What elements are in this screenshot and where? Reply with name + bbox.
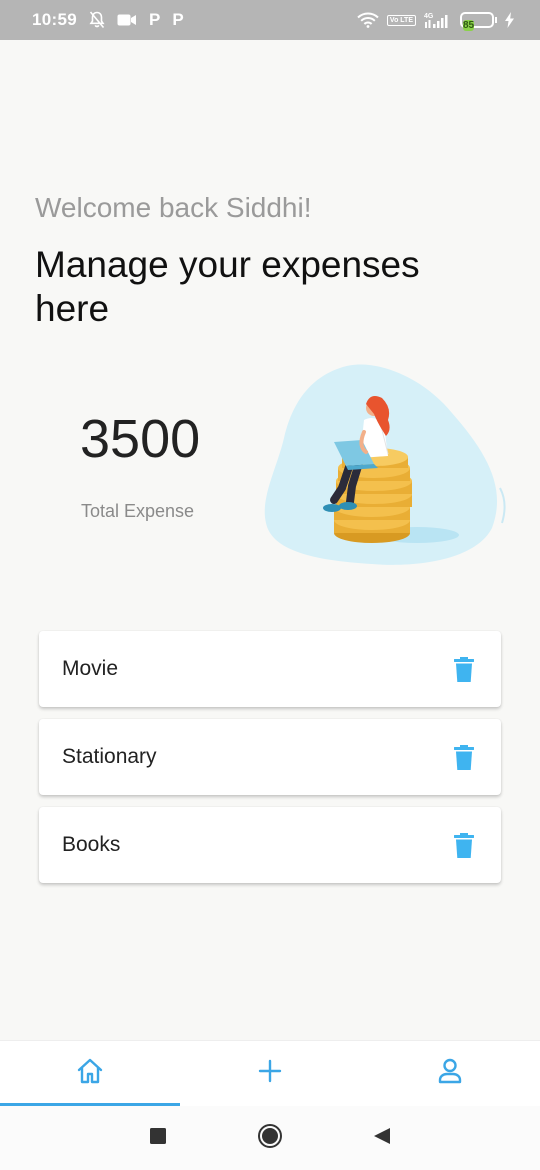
signal-icon: 4G <box>424 11 452 29</box>
delete-icon[interactable] <box>453 655 475 683</box>
total-expense-label: Total Expense <box>81 501 195 521</box>
expense-name: Movie <box>62 657 119 680</box>
nav-profile[interactable] <box>360 1041 540 1106</box>
square-icon <box>150 1127 166 1149</box>
system-nav-bar <box>0 1106 540 1170</box>
home-icon <box>76 1058 104 1089</box>
back-button[interactable] <box>326 1127 438 1150</box>
welcome-text: Welcome back Siddhi! <box>35 192 312 223</box>
home-button[interactable] <box>214 1123 326 1154</box>
network-type-label: 4G <box>424 13 434 20</box>
status-time: 10:59 <box>32 10 77 29</box>
circle-icon <box>257 1123 283 1154</box>
bell-off-icon <box>89 11 105 29</box>
volte-badge: Vo LTE <box>386 14 416 26</box>
back-triangle-icon <box>373 1127 391 1150</box>
woman-on-coins-illustration <box>262 358 512 573</box>
status-bar: 10:59 P P Vo LTE 4G 85 <box>0 0 540 40</box>
charging-icon <box>505 12 514 28</box>
nav-home[interactable] <box>0 1041 180 1106</box>
p-icon: P <box>148 10 161 29</box>
total-expense-value: 3500 <box>80 409 201 469</box>
delete-icon[interactable] <box>453 743 475 771</box>
status-bar-right: Vo LTE 4G 85 <box>357 11 514 31</box>
wifi-icon <box>357 12 379 28</box>
status-bar-left: 10:59 P P <box>32 10 184 30</box>
p-icon: P <box>172 10 184 29</box>
plus-icon <box>258 1059 282 1088</box>
expense-card[interactable]: Stationary <box>39 719 501 795</box>
bottom-nav <box>0 1040 540 1106</box>
battery-indicator: 85 <box>460 12 497 31</box>
delete-icon[interactable] <box>453 831 475 859</box>
expense-card[interactable]: Movie <box>39 631 501 707</box>
page-title: Manage your expenses here <box>35 244 420 329</box>
video-icon <box>117 13 137 27</box>
person-icon <box>438 1058 462 1089</box>
expense-card[interactable]: Books <box>39 807 501 883</box>
battery-level: 85 <box>463 20 475 31</box>
nav-add[interactable] <box>180 1041 360 1106</box>
recents-button[interactable] <box>102 1127 214 1149</box>
expense-name: Stationary <box>62 745 157 768</box>
expense-name: Books <box>62 833 121 856</box>
